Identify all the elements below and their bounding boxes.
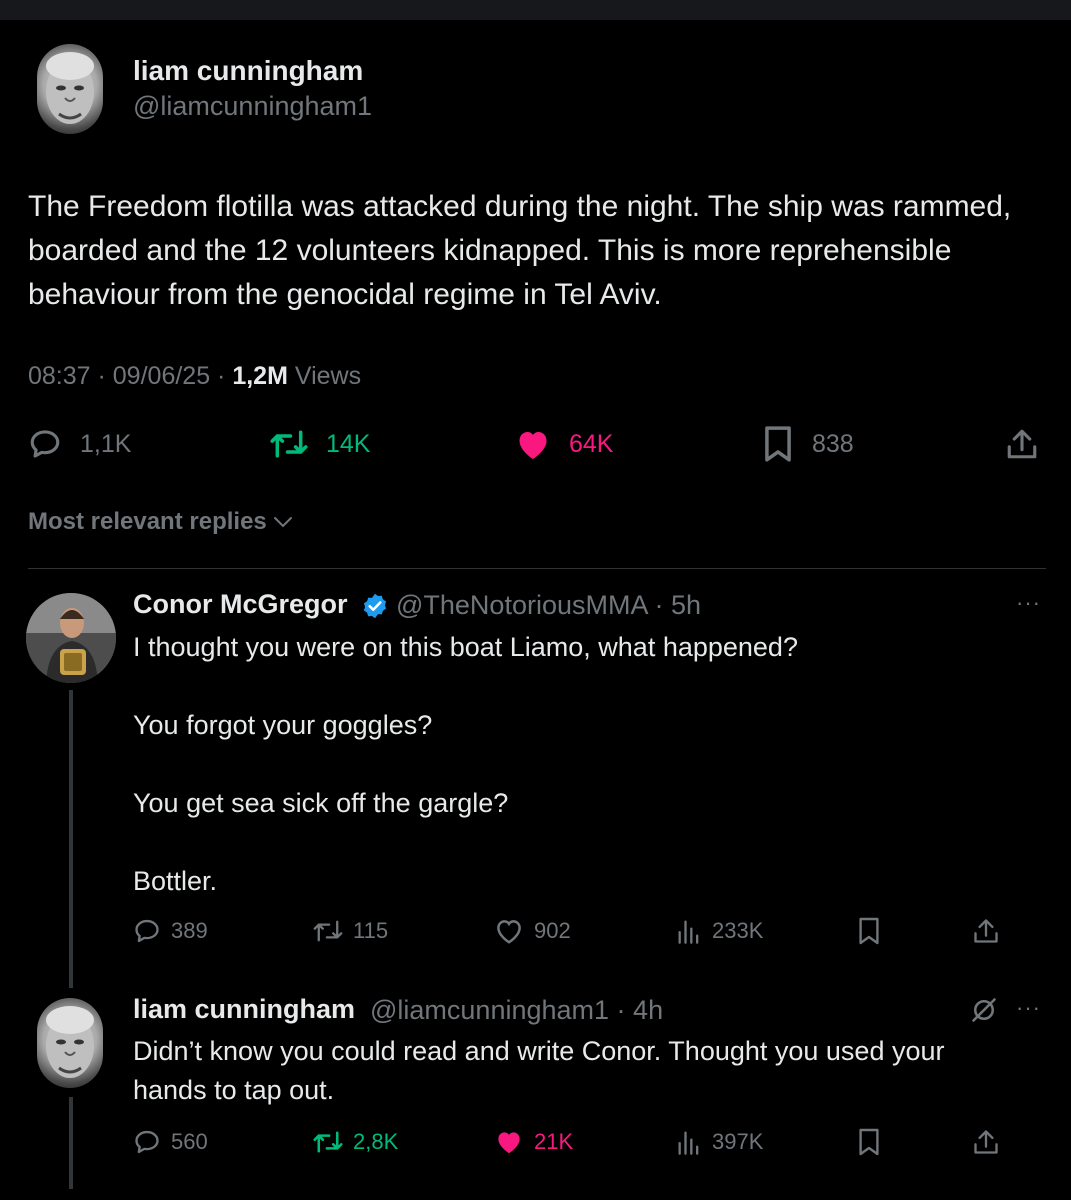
main-reply-count: 1,1K bbox=[80, 429, 132, 458]
like-icon bbox=[498, 1132, 520, 1154]
reply-2-reply-count: 560 bbox=[171, 1129, 208, 1154]
main-share-button[interactable] bbox=[1005, 424, 1039, 464]
repost-icon bbox=[313, 920, 343, 942]
repost-icon bbox=[270, 430, 308, 458]
reply-2-avatar[interactable] bbox=[37, 998, 103, 1088]
main-author-name[interactable]: liam cunningham bbox=[133, 55, 363, 87]
main-repost-count: 14K bbox=[326, 429, 371, 458]
tweet-meta: 08:37 · 09/06/25 · 1,2M Views bbox=[28, 362, 362, 390]
main-bookmark-button[interactable]: 838 bbox=[762, 424, 854, 464]
bookmark-icon bbox=[859, 917, 879, 945]
share-icon bbox=[1007, 429, 1037, 459]
reply-1-reply-button[interactable]: 389 bbox=[133, 914, 208, 948]
main-bookmark-count: 838 bbox=[812, 429, 854, 458]
main-like-count: 64K bbox=[569, 429, 614, 458]
reply-2-text: Didn’t know you could read and write Con… bbox=[133, 1032, 1013, 1110]
like-icon bbox=[497, 920, 521, 944]
reply-1-views-count: 233K bbox=[712, 918, 764, 943]
replies-sort-dropdown[interactable]: Most relevant replies bbox=[28, 508, 293, 536]
reply-1-paragraph: You get sea sick off the gargle? bbox=[133, 788, 509, 818]
replies-sort-label: Most relevant replies bbox=[28, 508, 267, 535]
like-icon bbox=[519, 432, 547, 459]
reply-1-author-name[interactable]: Conor McGregor bbox=[133, 589, 348, 620]
main-author-handle[interactable]: @liamcunningham1 bbox=[133, 91, 372, 122]
reply-1-views-button[interactable]: 233K bbox=[676, 914, 763, 948]
reply-2-handle-line: @liamcunningham1 · 4h bbox=[370, 995, 664, 1025]
reply-2-paragraph: Didn’t know you could read and write Con… bbox=[133, 1036, 945, 1105]
reply-1-paragraph: You forgot your goggles? bbox=[133, 710, 433, 740]
main-tweet-text: The Freedom flotilla was attacked during… bbox=[28, 190, 1012, 311]
thread-line bbox=[69, 690, 73, 988]
reply-2-bookmark-button[interactable] bbox=[857, 1125, 881, 1159]
bookmark-icon bbox=[765, 426, 791, 462]
share-icon bbox=[974, 1130, 998, 1154]
divider bbox=[28, 568, 1046, 569]
reply-1-paragraph: I thought you were on this boat Liamo, w… bbox=[133, 632, 798, 662]
reply-2-repost-button[interactable]: 2,8K bbox=[313, 1125, 398, 1159]
share-icon bbox=[974, 919, 998, 943]
main-author-avatar[interactable] bbox=[37, 44, 103, 134]
reply-icon bbox=[135, 1130, 159, 1154]
reply-2-share-button[interactable] bbox=[972, 1125, 1000, 1159]
reply-1-repost-button[interactable]: 115 bbox=[313, 914, 388, 948]
main-repost-button[interactable]: 14K bbox=[270, 424, 370, 464]
reply-2-reply-button[interactable]: 560 bbox=[133, 1125, 208, 1159]
reply-2-time[interactable]: 4h bbox=[633, 995, 663, 1025]
reply-1-time[interactable]: 5h bbox=[671, 590, 701, 620]
reply-2-views-button[interactable]: 397K bbox=[676, 1125, 763, 1159]
bookmark-icon bbox=[859, 1128, 879, 1156]
chevron-down-icon bbox=[273, 517, 292, 528]
reply-icon bbox=[135, 919, 159, 943]
reply-1-bookmark-button[interactable] bbox=[857, 914, 881, 948]
reply-2-handle[interactable]: @liamcunningham1 bbox=[370, 995, 609, 1025]
top-bar bbox=[0, 0, 1071, 20]
reply-1-share-button[interactable] bbox=[972, 914, 1000, 948]
reply-1-like-button[interactable]: 902 bbox=[494, 914, 571, 948]
views-icon bbox=[678, 1131, 699, 1155]
reply-1-repost-count: 115 bbox=[353, 918, 389, 943]
reply-2-repost-count: 2,8K bbox=[353, 1129, 399, 1154]
tweet-views-count: 1,2M bbox=[232, 362, 288, 390]
reply-1-reply-count: 389 bbox=[171, 918, 208, 943]
reply-1-like-count: 902 bbox=[534, 918, 571, 943]
main-reply-button[interactable]: 1,1K bbox=[28, 424, 131, 464]
tweet-time[interactable]: 08:37 bbox=[28, 362, 91, 390]
reply-2-like-button[interactable]: 21K bbox=[494, 1125, 573, 1159]
views-icon bbox=[678, 920, 699, 944]
reply-1-avatar[interactable] bbox=[26, 593, 116, 683]
verified-badge-icon bbox=[363, 593, 387, 619]
reply-1-handle-line: @TheNotoriousMMA · 5h bbox=[396, 590, 702, 620]
reply-2-more-button[interactable]: ··· bbox=[1016, 995, 1041, 1021]
grok-icon[interactable] bbox=[970, 996, 998, 1024]
thread-line bbox=[69, 1097, 73, 1189]
tweet-date[interactable]: 09/06/25 bbox=[113, 362, 210, 390]
reply-1-handle[interactable]: @TheNotoriousMMA bbox=[396, 590, 647, 620]
main-like-button[interactable]: 64K bbox=[515, 424, 613, 464]
reply-1-paragraph: Bottler. bbox=[133, 866, 218, 896]
reply-2-author-name[interactable]: liam cunningham bbox=[133, 994, 355, 1025]
reply-1-more-button[interactable]: ··· bbox=[1016, 590, 1041, 616]
repost-icon bbox=[313, 1131, 343, 1153]
tweet-views-label: Views bbox=[294, 362, 362, 390]
reply-2-views-count: 397K bbox=[712, 1129, 764, 1154]
reply-1-text: I thought you were on this boat Liamo, w… bbox=[133, 628, 1013, 901]
reply-icon bbox=[30, 430, 60, 458]
reply-2-like-count: 21K bbox=[534, 1129, 574, 1154]
